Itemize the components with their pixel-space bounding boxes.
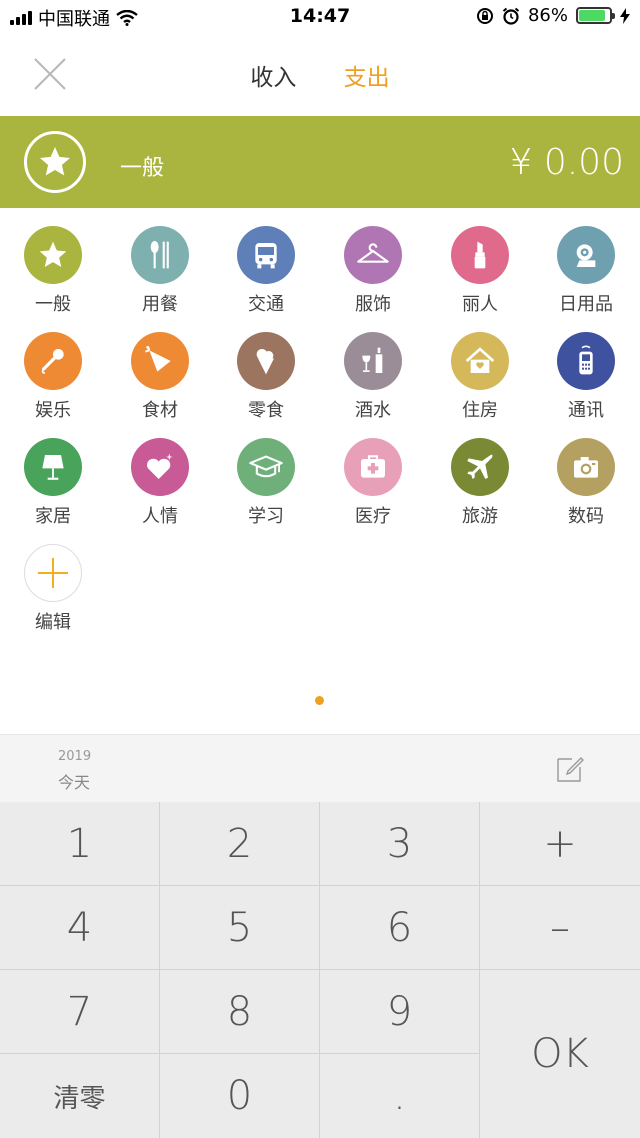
category-transport[interactable]: 交通 [213, 222, 319, 322]
date-label[interactable]: 今天 [58, 769, 90, 793]
selected-category-label: 一般 [120, 156, 165, 181]
first-aid-icon [344, 438, 402, 496]
number-keypad: 1 2 3 + 4 5 6 – 7 8 9 OK 清零 0 . [0, 802, 640, 1138]
category-label: 服饰 [355, 294, 391, 315]
category-label: 人情 [142, 506, 178, 527]
category-telecom[interactable]: 通讯 [533, 328, 639, 428]
category-label: 学习 [248, 506, 284, 527]
star-icon [24, 226, 82, 284]
category-dining[interactable]: 用餐 [107, 222, 213, 322]
category-clothing[interactable]: 服饰 [320, 222, 426, 322]
bus-icon [237, 226, 295, 284]
lipstick-icon [451, 226, 509, 284]
amount-display[interactable]: ¥ 0.00 [509, 142, 624, 183]
category-general[interactable]: 一般 [0, 222, 106, 322]
charging-icon [620, 7, 630, 24]
key-8[interactable]: 8 [160, 970, 319, 1053]
date-bar: 2019 今天 [0, 734, 640, 802]
airplane-icon [451, 438, 509, 496]
utensils-icon [131, 226, 189, 284]
battery-percent: 86% [527, 5, 568, 26]
category-home[interactable]: 家居 [0, 434, 106, 534]
category-label: 编辑 [35, 612, 71, 633]
category-label: 一般 [35, 294, 71, 315]
wine-icon [344, 332, 402, 390]
status-bar: 中国联通 14:47 86% [0, 0, 640, 34]
note-edit-icon[interactable] [556, 755, 584, 783]
key-ok[interactable]: OK [480, 970, 640, 1138]
category-gifts[interactable]: 人情 [107, 434, 213, 534]
category-label: 住房 [462, 400, 498, 421]
category-label: 医疗 [355, 506, 391, 527]
ice-cream-icon [237, 332, 295, 390]
star-icon [24, 131, 86, 193]
category-label: 通讯 [568, 400, 604, 421]
tab-expense[interactable]: 支出 [344, 58, 390, 92]
category-label: 用餐 [142, 294, 178, 315]
category-label: 日用品 [559, 294, 613, 315]
key-clear[interactable]: 清零 [0, 1054, 159, 1138]
graduation-cap-icon [237, 438, 295, 496]
selected-category-banner: 一般 ¥ 0.00 [0, 116, 640, 208]
category-label: 零食 [248, 400, 284, 421]
category-label: 家居 [35, 506, 71, 527]
key-2[interactable]: 2 [160, 802, 319, 885]
lamp-icon [24, 438, 82, 496]
tab-income[interactable]: 收入 [250, 58, 296, 92]
camera-icon [557, 438, 615, 496]
category-daily-goods[interactable]: 日用品 [533, 222, 639, 322]
category-medical[interactable]: 医疗 [320, 434, 426, 534]
category-drinks[interactable]: 酒水 [320, 328, 426, 428]
key-1[interactable]: 1 [0, 802, 159, 885]
key-plus[interactable]: + [480, 802, 640, 885]
header: 收入 支出 [0, 34, 640, 116]
battery-icon [576, 7, 615, 24]
key-4[interactable]: 4 [0, 886, 159, 969]
hanger-icon [344, 226, 402, 284]
category-ingredients[interactable]: 食材 [107, 328, 213, 428]
key-6[interactable]: 6 [320, 886, 479, 969]
key-decimal[interactable]: . [320, 1054, 479, 1138]
key-0[interactable]: 0 [160, 1054, 319, 1138]
heart-icon [131, 438, 189, 496]
category-digital[interactable]: 数码 [533, 434, 639, 534]
category-travel[interactable]: 旅游 [427, 434, 533, 534]
category-snacks[interactable]: 零食 [213, 328, 319, 428]
plus-icon [24, 544, 82, 602]
microphone-icon [24, 332, 82, 390]
alarm-icon [502, 7, 520, 25]
category-edit[interactable]: 编辑 [0, 540, 106, 640]
rotation-lock-icon [476, 7, 493, 24]
category-label: 酒水 [355, 400, 391, 421]
category-housing[interactable]: 住房 [427, 328, 533, 428]
key-9[interactable]: 9 [320, 970, 479, 1053]
category-study[interactable]: 学习 [213, 434, 319, 534]
house-icon [451, 332, 509, 390]
key-5[interactable]: 5 [160, 886, 319, 969]
category-entertainment[interactable]: 娱乐 [0, 328, 106, 428]
category-label: 数码 [568, 506, 604, 527]
phone-icon [557, 332, 615, 390]
key-7[interactable]: 7 [0, 970, 159, 1053]
date-year[interactable]: 2019 [58, 749, 91, 764]
category-label: 丽人 [462, 294, 498, 315]
toilet-paper-icon [557, 226, 615, 284]
page-indicator-dot [315, 696, 324, 705]
category-label: 娱乐 [35, 400, 71, 421]
carrot-icon [131, 332, 189, 390]
key-3[interactable]: 3 [320, 802, 479, 885]
category-label: 交通 [248, 294, 284, 315]
category-label: 旅游 [462, 506, 498, 527]
key-minus[interactable]: – [480, 886, 640, 969]
category-beauty[interactable]: 丽人 [427, 222, 533, 322]
category-label: 食材 [142, 400, 178, 421]
